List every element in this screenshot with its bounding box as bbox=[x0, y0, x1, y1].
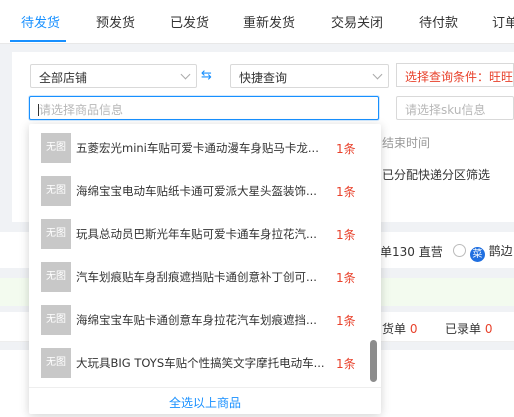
product-thumbnail: 无图 bbox=[41, 133, 71, 163]
dropdown-item[interactable]: 无图 五菱宏光mini车贴可爱卡通动漫车身贴马卡龙... 1条 bbox=[29, 124, 369, 168]
dropdown-scrollbar[interactable] bbox=[370, 340, 377, 382]
tab-orders[interactable]: 订单 bbox=[492, 12, 514, 31]
counter-waybill-label: 货单 bbox=[382, 322, 407, 336]
dropdown-item[interactable]: 无图 大玩具BIG TOYS车贴个性搞笑文字摩托电动车... 1条 bbox=[29, 339, 369, 383]
counter-recorded[interactable]: 已录单 0 bbox=[445, 320, 492, 337]
chevron-down-icon bbox=[372, 69, 383, 80]
order-status-tabs: 待发货 预发货 已发货 重新发货 交易关闭 待付款 订单 bbox=[0, 0, 514, 44]
tab-shipped[interactable]: 已发货 bbox=[170, 12, 209, 31]
product-title: 玩具总动员巴斯光年车贴可爱卡通车身拉花汽... bbox=[76, 227, 317, 241]
select-all-products-button[interactable]: 全选以上商品 bbox=[29, 387, 381, 414]
counter-waybill-value: 0 bbox=[409, 322, 418, 336]
tab-pending-payment[interactable]: 待付款 bbox=[419, 12, 458, 31]
product-title: 海绵宝宝车贴卡通创意车身拉花汽车划痕遮挡... bbox=[76, 313, 317, 327]
query-select[interactable]: 快捷查询 bbox=[230, 64, 389, 88]
product-thumbnail: 无图 bbox=[41, 262, 71, 292]
dropdown-item[interactable]: 无图 海绵宝宝车贴卡通创意车身拉花汽车划痕遮挡... 1条 bbox=[29, 296, 369, 340]
counter-recorded-value: 0 bbox=[484, 322, 493, 336]
swap-icon[interactable]: ⇆ bbox=[201, 68, 212, 83]
product-search-input[interactable]: 请选择商品信息 bbox=[29, 96, 379, 120]
chevron-down-icon bbox=[180, 69, 191, 80]
query-condition-text: 选择查询条件：旺旺 bbox=[405, 70, 514, 84]
cai-niao-option[interactable]: 菜 鹊边 bbox=[453, 242, 513, 262]
product-count: 1条 bbox=[336, 185, 356, 199]
product-thumbnail: 无图 bbox=[41, 348, 71, 378]
product-count: 1条 bbox=[336, 142, 356, 156]
product-count: 1条 bbox=[336, 271, 356, 285]
counter-waybill[interactable]: 货单 0 bbox=[382, 320, 417, 337]
product-title: 汽车划痕贴车身刮痕遮挡贴卡通创意补丁创可... bbox=[76, 270, 317, 284]
summary-count: 单130 直营 bbox=[380, 245, 443, 259]
page: 待发货 预发货 已发货 重新发货 交易关闭 待付款 订单 全部店铺 ⇆ 快捷查询… bbox=[0, 0, 514, 417]
tab-closed[interactable]: 交易关闭 bbox=[331, 12, 383, 31]
dropdown-item[interactable]: 无图 汽车划痕贴车身刮痕遮挡贴卡通创意补丁创可... 1条 bbox=[29, 253, 369, 297]
sku-search-input[interactable]: 请选择sku信息 bbox=[396, 96, 514, 120]
store-select[interactable]: 全部店铺 bbox=[30, 64, 197, 88]
product-count: 1条 bbox=[336, 228, 356, 242]
tab-reship[interactable]: 重新发货 bbox=[243, 12, 295, 31]
dropdown-item[interactable]: 无图 玩具总动员巴斯光年车贴可爱卡通车身拉花汽... 1条 bbox=[29, 210, 369, 254]
product-dropdown: 无图 五菱宏光mini车贴可爱卡通动漫车身贴马卡龙... 1条 无图 海绵宝宝电… bbox=[29, 124, 381, 414]
product-thumbnail: 无图 bbox=[41, 305, 71, 335]
active-tab-indicator bbox=[10, 40, 66, 42]
product-title: 大玩具BIG TOYS车贴个性搞笑文字摩托电动车... bbox=[76, 356, 325, 370]
radio-icon bbox=[453, 244, 466, 257]
end-time-input[interactable]: 结束时间 bbox=[382, 134, 430, 151]
tab-pending-shipment[interactable]: 待发货 bbox=[21, 12, 60, 31]
cainiao-label: 鹊边 bbox=[488, 244, 513, 258]
tab-pre-shipment[interactable]: 预发货 bbox=[96, 12, 135, 31]
store-select-value: 全部店铺 bbox=[39, 71, 88, 85]
product-thumbnail: 无图 bbox=[41, 219, 71, 249]
product-title: 海绵宝宝电动车贴纸卡通可爱派大星头盔装饰... bbox=[76, 184, 317, 198]
express-zone-filter[interactable]: 已分配快递分区筛选 bbox=[382, 166, 490, 183]
query-condition-input[interactable]: 选择查询条件：旺旺 bbox=[396, 63, 514, 87]
dropdown-item[interactable]: 无图 海绵宝宝电动车贴纸卡通可爱派大星头盔装饰... 1条 bbox=[29, 167, 369, 211]
product-thumbnail: 无图 bbox=[41, 176, 71, 206]
counter-recorded-label: 已录单 bbox=[445, 322, 482, 336]
product-count: 1条 bbox=[336, 357, 356, 371]
query-select-value: 快捷查询 bbox=[239, 71, 288, 85]
product-title: 五菱宏光mini车贴可爱卡通动漫车身贴马卡龙... bbox=[76, 141, 319, 155]
product-search-placeholder: 请选择商品信息 bbox=[39, 103, 124, 117]
sku-search-placeholder: 请选择sku信息 bbox=[405, 103, 486, 117]
cainiao-badge-icon: 菜 bbox=[469, 247, 485, 262]
product-count: 1条 bbox=[336, 314, 356, 328]
